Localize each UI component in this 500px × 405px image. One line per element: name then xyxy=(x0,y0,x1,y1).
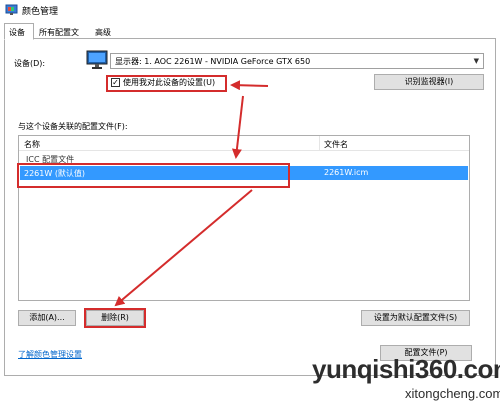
arrow-to-remove xyxy=(114,189,253,307)
watermark: yunqishi360.com xitongcheng.com xyxy=(310,352,500,405)
tab-device[interactable]: 设备 xyxy=(4,23,34,40)
arrow-to-profile xyxy=(231,95,244,159)
watermark-main: yunqishi360.com xyxy=(312,354,500,384)
watermark-sub: xitongcheng.com xyxy=(405,386,500,401)
arrow-to-checkbox xyxy=(230,80,269,91)
annotation-arrows xyxy=(114,80,269,307)
